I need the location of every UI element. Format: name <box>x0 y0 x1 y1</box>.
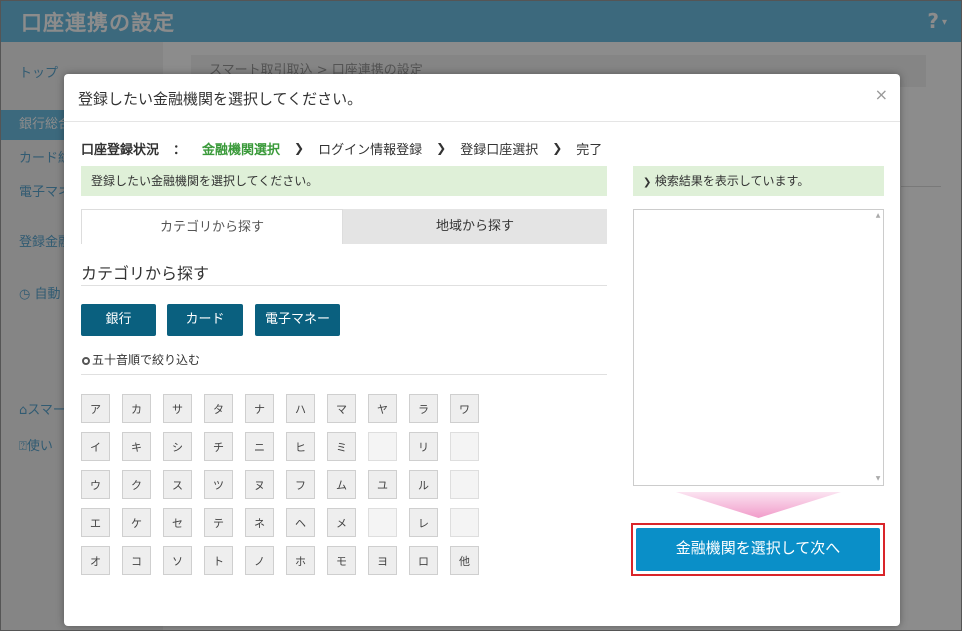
category-emoney-button[interactable]: 電子マネー <box>255 304 340 336</box>
kana-filter-button[interactable]: ナ <box>245 394 274 423</box>
kana-filter-button[interactable]: オ <box>81 546 110 575</box>
kana-empty-cell <box>450 508 479 537</box>
chevron-down-icon: ❯ <box>643 177 655 188</box>
kana-filter-button[interactable]: ハ <box>286 394 315 423</box>
tab-category[interactable]: カテゴリから探す <box>81 209 343 244</box>
registration-steps: 口座登録状況 ： 金融機関選択 ❯ ログイン情報登録 ❯ 登録口座選択 ❯ 完了 <box>81 139 603 158</box>
divider <box>81 285 607 286</box>
kana-filter-button[interactable]: リ <box>409 432 438 461</box>
kana-filter-button[interactable]: エ <box>81 508 110 537</box>
category-bank-button[interactable]: 銀行 <box>81 304 156 336</box>
chevron-right-icon: ❯ <box>294 141 305 155</box>
kana-filter-button[interactable]: モ <box>327 546 356 575</box>
scroll-down-icon[interactable]: ▼ <box>874 475 882 483</box>
down-arrow-funnel-icon <box>676 492 841 518</box>
kana-filter-button[interactable]: ル <box>409 470 438 499</box>
kana-filter-button[interactable]: マ <box>327 394 356 423</box>
scroll-up-icon[interactable]: ▲ <box>874 212 882 220</box>
kana-filter-button[interactable]: ツ <box>204 470 233 499</box>
kana-filter-button[interactable]: ア <box>81 394 110 423</box>
kana-filter-button[interactable]: セ <box>163 508 192 537</box>
steps-colon: ： <box>173 142 187 158</box>
kana-filter-button[interactable]: ネ <box>245 508 274 537</box>
steps-label: 口座登録状況 <box>81 142 160 158</box>
results-status: ❯ 検索結果を表示しています。 <box>633 166 884 196</box>
scrollbar[interactable]: ▲ ▼ <box>873 210 883 485</box>
kana-filter-button[interactable]: ウ <box>81 470 110 499</box>
kana-filter-button[interactable]: タ <box>204 394 233 423</box>
kana-filter-button[interactable]: サ <box>163 394 192 423</box>
kana-filter-button[interactable]: ニ <box>245 432 274 461</box>
kana-filter-button[interactable]: ユ <box>368 470 397 499</box>
kana-filter-button[interactable]: ヒ <box>286 432 315 461</box>
kana-filter-button[interactable]: ム <box>327 470 356 499</box>
kana-filter-button[interactable]: ワ <box>450 394 479 423</box>
kana-filter-button[interactable]: 他 <box>450 546 479 575</box>
search-tabs: カテゴリから探す 地域から探す <box>81 209 607 244</box>
kana-filter-button[interactable]: シ <box>163 432 192 461</box>
kana-filter-button[interactable]: ノ <box>245 546 274 575</box>
step-select-institution: 金融機関選択 <box>202 142 281 158</box>
kana-filter-button[interactable]: ソ <box>163 546 192 575</box>
category-card-button[interactable]: カード <box>167 304 243 336</box>
kana-filter-button[interactable]: ト <box>204 546 233 575</box>
kana-filter-button[interactable]: フ <box>286 470 315 499</box>
app-frame: 口座連携の設定 ? ▾ トップ 銀行総合 カード総 電子マネ 登録金融 ◷ 自動 … <box>0 0 962 631</box>
modal-title: 登録したい金融機関を選択してください。 <box>78 90 363 108</box>
kana-empty-cell <box>368 508 397 537</box>
kana-empty-cell <box>368 432 397 461</box>
kana-empty-cell <box>450 470 479 499</box>
select-and-next-button[interactable]: 金融機関を選択して次へ <box>636 528 880 571</box>
kana-filter-button[interactable]: レ <box>409 508 438 537</box>
step-login-info: ログイン情報登録 <box>318 142 423 158</box>
kana-filter-button[interactable]: テ <box>204 508 233 537</box>
kana-filter-button[interactable]: チ <box>204 432 233 461</box>
divider <box>81 374 607 375</box>
next-button-highlight: 金融機関を選択して次へ <box>631 523 885 576</box>
kana-filter-button[interactable]: キ <box>122 432 151 461</box>
select-institution-modal: 登録したい金融機関を選択してください。 × 口座登録状況 ： 金融機関選択 ❯ … <box>64 74 900 626</box>
chevron-right-icon: ❯ <box>552 141 563 155</box>
step-complete: 完了 <box>576 142 603 158</box>
kana-filter-button[interactable]: ヘ <box>286 508 315 537</box>
kana-filter-button[interactable]: ヌ <box>245 470 274 499</box>
results-status-text: 検索結果を表示しています。 <box>654 174 810 188</box>
kana-filter-button[interactable]: ケ <box>122 508 151 537</box>
kana-filter-button[interactable]: ク <box>122 470 151 499</box>
kana-filter-button[interactable]: ホ <box>286 546 315 575</box>
chevron-right-icon: ❯ <box>436 141 447 155</box>
kana-filter-title: 五十音順で絞り込む <box>82 351 200 368</box>
kana-filter-button[interactable]: ヨ <box>368 546 397 575</box>
search-results-list[interactable]: ▲ ▼ <box>633 209 884 486</box>
kana-filter-button[interactable]: メ <box>327 508 356 537</box>
kana-filter-button[interactable]: ミ <box>327 432 356 461</box>
kana-filter-label: 五十音順で絞り込む <box>92 353 201 367</box>
tab-region[interactable]: 地域から探す <box>343 209 607 244</box>
circle-icon <box>82 357 90 365</box>
kana-empty-cell <box>450 432 479 461</box>
section-title: カテゴリから探す <box>81 264 210 283</box>
kana-filter-button[interactable]: ラ <box>409 394 438 423</box>
instruction-message: 登録したい金融機関を選択してください。 <box>81 166 607 196</box>
step-select-account: 登録口座選択 <box>460 142 539 158</box>
kana-filter-button[interactable]: カ <box>122 394 151 423</box>
kana-filter-button[interactable]: ヤ <box>368 394 397 423</box>
kana-filter-button[interactable]: コ <box>122 546 151 575</box>
kana-filter-button[interactable]: ス <box>163 470 192 499</box>
divider <box>64 121 900 122</box>
kana-filter-button[interactable]: ロ <box>409 546 438 575</box>
kana-filter-button[interactable]: イ <box>81 432 110 461</box>
close-icon[interactable]: × <box>875 85 888 104</box>
